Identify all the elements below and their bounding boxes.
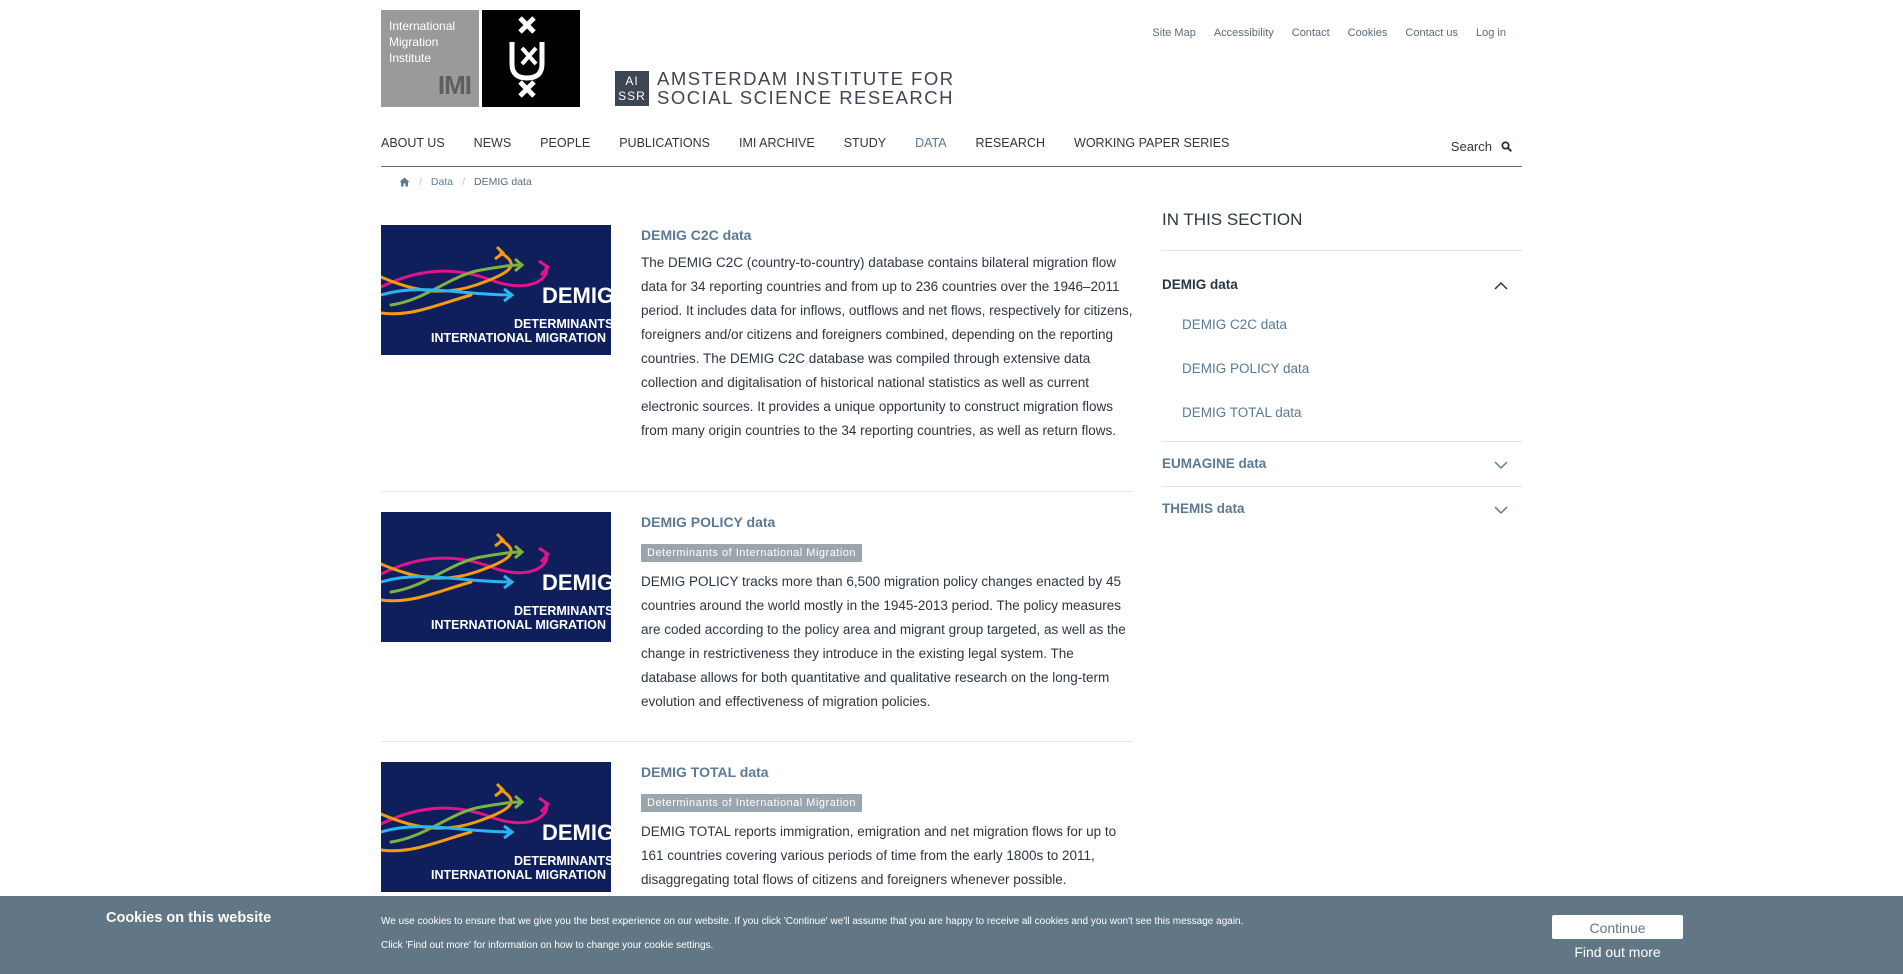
nav-item-research[interactable]: RESEARCH <box>976 136 1045 150</box>
aissr-text-line: SOCIAL SCIENCE RESEARCH <box>657 87 954 108</box>
nav-item-people[interactable]: PEOPLE <box>540 136 590 150</box>
uva-crosses-icon <box>509 16 545 98</box>
nav-item-working-paper-series[interactable]: WORKING PAPER SERIES <box>1074 136 1229 150</box>
util-link-cookies[interactable]: Cookies <box>1348 27 1388 39</box>
imi-logo-mark: IMI <box>437 70 472 100</box>
nav-item-data[interactable]: DATA <box>915 136 946 150</box>
search-toggle[interactable]: Search <box>1451 139 1512 154</box>
imi-logo[interactable]: International Migration Institute IMI <box>381 10 479 107</box>
cookie-banner: Cookies on this website We use cookies t… <box>0 896 1903 974</box>
sidebar-group-demig: DEMIG data DEMIG C2C data DEMIG POLICY d… <box>1162 251 1522 442</box>
nav-item-news[interactable]: NEWS <box>474 136 512 150</box>
item-divider <box>381 741 1132 742</box>
sidebar-group-eumagine: EUMAGINE data <box>1162 442 1522 487</box>
breadcrumb-separator: / <box>462 176 466 188</box>
home-icon[interactable] <box>399 177 410 187</box>
cookie-text-line: We use cookies to ensure that we give yo… <box>381 916 1244 927</box>
thumb-text-line: DEMIG <box>542 820 611 845</box>
sidebar-group-themis: THEMIS data <box>1162 487 1522 531</box>
item-divider <box>381 491 1132 492</box>
cookie-banner-text: We use cookies to ensure that we give yo… <box>381 910 1243 958</box>
aissr-mark-line: SSR <box>618 89 646 103</box>
item-title-link[interactable]: DEMIG TOTAL data <box>641 764 1133 780</box>
thumb-text-line: INTERNATIONAL MIGRATION <box>431 331 606 345</box>
item-thumbnail[interactable]: DEMIG DETERMINANTS OFINTERNATIONAL MIGRAT… <box>379 225 635 355</box>
util-link-contact-us[interactable]: Contact us <box>1405 27 1458 39</box>
sidebar-heading: IN THIS SECTION <box>1162 210 1522 251</box>
item-title-link[interactable]: DEMIG POLICY data <box>641 514 1133 530</box>
aissr-mark-line: AI <box>625 74 639 88</box>
chevron-down-icon[interactable] <box>1494 460 1508 470</box>
thumb-text-line: DETERMINANTS OF <box>514 317 611 331</box>
search-label: Search <box>1450 139 1492 154</box>
sidebar-group-title[interactable]: EUMAGINE data <box>1162 442 1522 486</box>
imi-logo-line: Migration <box>389 35 439 49</box>
nav-item-study[interactable]: STUDY <box>844 136 886 150</box>
nav-item-about-us[interactable]: ABOUT US <box>381 136 445 150</box>
thumb-text-line: DETERMINANTS OF <box>514 604 611 618</box>
cookie-banner-title: Cookies on this website <box>106 910 272 926</box>
sidebar-group-title[interactable]: DEMIG data <box>1162 251 1522 295</box>
cookie-find-out-more-link[interactable]: Find out more <box>1552 944 1683 960</box>
cookie-text-line: Click 'Find out more' for information on… <box>381 940 714 951</box>
section-sidebar: IN THIS SECTION DEMIG data DEMIG C2C dat… <box>1162 210 1522 531</box>
item-title-link[interactable]: DEMIG C2C data <box>641 227 1133 243</box>
thumb-text-line: DEMIG <box>542 570 611 595</box>
breadcrumb-separator: / <box>419 176 422 188</box>
item-thumbnail[interactable]: DEMIG DETERMINANTS OFINTERNATIONAL MIGRAT… <box>379 762 635 892</box>
sidebar-group-title[interactable]: THEMIS data <box>1162 487 1522 531</box>
thumb-text-line: DEMIG <box>542 283 611 308</box>
utility-nav: Site Map Accessibility Contact Cookies C… <box>1152 27 1506 39</box>
sidebar-item-demig-c2c[interactable]: DEMIG C2C data <box>1182 303 1522 347</box>
nav-item-imi-archive[interactable]: IMI ARCHIVE <box>739 136 815 150</box>
nav-item-publications[interactable]: PUBLICATIONS <box>619 136 710 150</box>
imi-logo-line: Institute <box>389 51 432 65</box>
breadcrumb: / Data / DEMIG data <box>399 176 532 188</box>
item-description: DEMIG POLICY tracks more than 6,500 migr… <box>641 574 1126 709</box>
imi-logo-line: International <box>389 19 456 33</box>
cookie-continue-button[interactable]: Continue <box>1552 915 1683 939</box>
sidebar-item-demig-policy[interactable]: DEMIG POLICY data <box>1182 347 1522 391</box>
chevron-up-icon[interactable] <box>1494 281 1508 291</box>
thumb-text-line: INTERNATIONAL MIGRATION <box>431 618 606 632</box>
util-link-accessibility[interactable]: Accessibility <box>1214 27 1274 39</box>
item-description: DEMIG TOTAL reports immigration, emigrat… <box>641 824 1117 887</box>
sidebar-item-demig-total[interactable]: DEMIG TOTAL data <box>1182 391 1522 435</box>
aissr-logo-text[interactable]: AMSTERDAM INSTITUTE FOR SOCIAL SCIENCE R… <box>657 69 955 107</box>
uva-logo[interactable] <box>482 10 580 107</box>
item-thumbnail[interactable]: DEMIG DETERMINANTS OFINTERNATIONAL MIGRAT… <box>379 512 635 642</box>
chevron-down-icon[interactable] <box>1494 505 1508 515</box>
util-link-site-map[interactable]: Site Map <box>1152 27 1195 39</box>
util-link-contact[interactable]: Contact <box>1292 27 1330 39</box>
breadcrumb-link-data[interactable]: Data <box>431 176 453 188</box>
thumb-text-line: DETERMINANTS OF <box>514 854 611 868</box>
search-icon <box>1501 141 1512 152</box>
item-description: The DEMIG C2C (country-to-country) datab… <box>641 255 1133 438</box>
util-link-log-in[interactable]: Log in <box>1476 27 1506 39</box>
item-tag[interactable]: Determinants of International Migration <box>641 544 863 562</box>
aissr-logo-mark: AI SSR <box>615 71 649 106</box>
main-nav: ABOUT US NEWS PEOPLE PUBLICATIONS IMI AR… <box>381 136 1522 167</box>
thumb-text-line: INTERNATIONAL MIGRATION <box>431 868 606 882</box>
item-tag[interactable]: Determinants of International Migration <box>641 794 863 812</box>
aissr-text-line: AMSTERDAM INSTITUTE FOR <box>657 68 955 89</box>
breadcrumb-current: DEMIG data <box>474 176 532 188</box>
